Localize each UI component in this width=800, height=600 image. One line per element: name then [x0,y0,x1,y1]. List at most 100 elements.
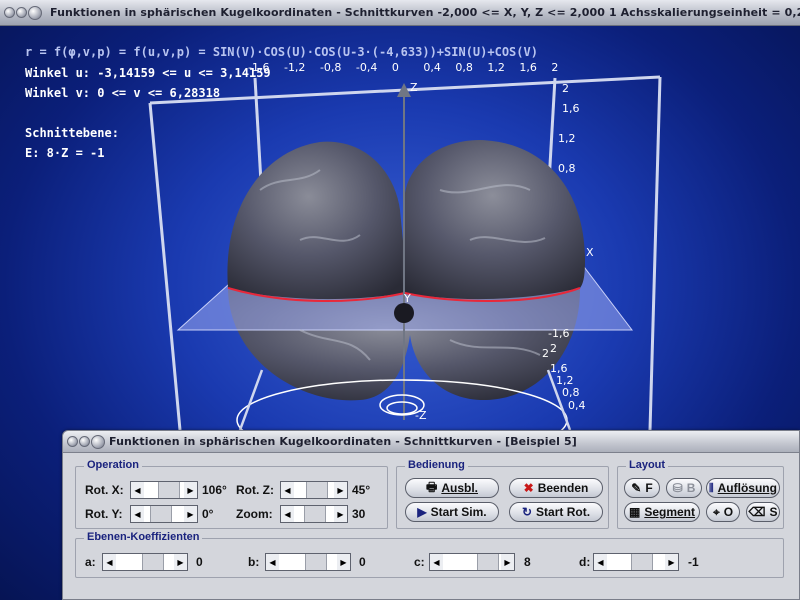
o-label: O [723,505,734,519]
minimize-icon[interactable] [4,7,15,18]
ebenen-label: Ebenen-Koeffizienten [84,531,203,543]
rot-y-slider[interactable]: ◀ ▶ [130,505,198,523]
close-icon[interactable] [91,434,105,449]
start-rot-button[interactable]: ↻ Start Rot. [509,502,603,522]
rot-z-label: Rot. Z: [236,483,274,497]
slider-track[interactable] [294,506,334,522]
coef-a-slider[interactable]: ◀ ▶ [102,553,188,571]
surface-lobe-left [227,141,408,300]
coef-d-slider[interactable]: ◀ ▶ [593,553,679,571]
arrow-left-icon[interactable]: ◀ [281,482,294,498]
slider-thumb[interactable] [306,482,328,498]
slider-track[interactable] [144,506,184,522]
tick-label: 0 [391,61,399,74]
dialog-window-controls [67,434,105,449]
coef-c-slider[interactable]: ◀ ▶ [429,553,515,571]
aufloesung-label: Auflösung [717,481,777,495]
tick-label: 2 [562,82,569,95]
close-icon[interactable] [28,5,42,20]
tick-label: 0,4 [423,61,441,74]
slider-thumb[interactable] [158,482,180,498]
maximize-icon[interactable] [79,436,90,447]
rot-z-slider[interactable]: ◀ ▶ [280,481,348,499]
layout-group: Layout ✎ F ⛁ B ⫼ Auflösung ▦ Segment ⌖ O ⌫ S [617,459,784,529]
coef-b-slider[interactable]: ◀ ▶ [265,553,351,571]
arrow-right-icon[interactable]: ▶ [334,482,347,498]
winkel-v-text: Winkel v: 0 <= v <= 6,28318 [25,86,221,100]
slider-thumb[interactable] [305,554,327,570]
start-rot-label: Start Rot. [536,505,591,519]
neg-z-axis-label: -Z [415,409,427,422]
operation-label: Operation [84,459,142,471]
tick-label: 0,8 [455,61,473,74]
ausblenden-button[interactable]: 🖶 Ausbl. [405,478,499,498]
slider-thumb[interactable] [142,554,164,570]
tick-label: -0,8 [319,61,342,74]
coef-c-value: 8 [524,555,531,569]
slider-track[interactable] [144,482,184,498]
arrow-left-icon[interactable]: ◀ [266,554,279,570]
arrow-left-icon[interactable]: ◀ [131,506,144,522]
slider-track[interactable] [279,554,337,570]
b-label: B [686,481,696,495]
hide-icon: 🖶 [426,479,438,494]
arrow-right-icon[interactable]: ▶ [184,506,197,522]
maximize-icon[interactable] [16,7,27,18]
rot-z-value: 45° [352,483,371,497]
o-button[interactable]: ⌖ O [706,502,740,522]
arrow-left-icon[interactable]: ◀ [281,506,294,522]
aufloesung-button[interactable]: ⫼ Auflösung [706,478,780,498]
slider-thumb[interactable] [150,506,172,522]
zoom-slider[interactable]: ◀ ▶ [280,505,348,523]
coef-d-label: d: [579,555,591,569]
formula-text: r = f(φ,v,p) = f(u,v,p) = SIN(V)·COS(U)·… [25,45,538,59]
arrow-right-icon[interactable]: ▶ [501,554,514,570]
arrow-right-icon[interactable]: ▶ [184,482,197,498]
bedienung-label: Bedienung [405,459,468,471]
s-button[interactable]: ⌫ S [746,502,780,522]
f-label: F [645,481,653,495]
tick-label: 0,8 [558,162,576,175]
coef-a-value: 0 [196,555,203,569]
slider-thumb[interactable] [304,506,326,522]
tick-label: 0,4 [568,399,586,412]
slider-track[interactable] [116,554,174,570]
main-titlebar[interactable]: Funktionen in sphärischen Kugelkoordinat… [0,0,800,26]
dialog-titlebar[interactable]: Funktionen in sphärischen Kugelkoordinat… [63,431,799,453]
winkel-u-text: Winkel u: -3,14159 <= u <= 3,14159 [25,66,271,80]
arrow-left-icon[interactable]: ◀ [131,482,144,498]
b-button[interactable]: ⛁ B [666,478,702,498]
control-dialog[interactable]: Funktionen in sphärischen Kugelkoordinat… [62,430,800,600]
slider-track[interactable] [443,554,501,570]
play-icon: ▶ [417,505,427,519]
arrow-right-icon[interactable]: ▶ [174,554,187,570]
f-button[interactable]: ✎ F [624,478,660,498]
arrow-left-icon[interactable]: ◀ [430,554,443,570]
window-title: Funktionen in sphärischen Kugelkoordinat… [50,6,800,19]
slider-thumb[interactable] [631,554,653,570]
slider-track[interactable] [294,482,334,498]
segment-button[interactable]: ▦ Segment [624,502,700,522]
start-sim-button[interactable]: ▶ Start Sim. [405,502,499,522]
minimize-icon[interactable] [67,436,78,447]
beenden-button[interactable]: ✖ Beenden [509,478,603,498]
arrow-left-icon[interactable]: ◀ [594,554,607,570]
layout-label: Layout [626,459,669,471]
coef-d-value: -1 [688,555,699,569]
segment-label: Segment [644,505,696,519]
tick-label: 0,8 [562,386,580,399]
tick-label: 1,2 [487,61,505,74]
arrow-right-icon[interactable]: ▶ [334,506,347,522]
grid-icon: ⫼ [709,482,714,494]
slider-track[interactable] [607,554,665,570]
arrow-left-icon[interactable]: ◀ [103,554,116,570]
zoom-value: 30 [352,507,366,521]
rot-x-slider[interactable]: ◀ ▶ [130,481,198,499]
coef-b-value: 0 [359,555,366,569]
slider-thumb[interactable] [477,554,499,570]
arrow-right-icon[interactable]: ▶ [665,554,678,570]
tick-label: 2 [542,347,549,360]
arrow-right-icon[interactable]: ▶ [337,554,350,570]
tick-label: -0,4 [355,61,378,74]
table-icon: ▦ [628,505,641,519]
